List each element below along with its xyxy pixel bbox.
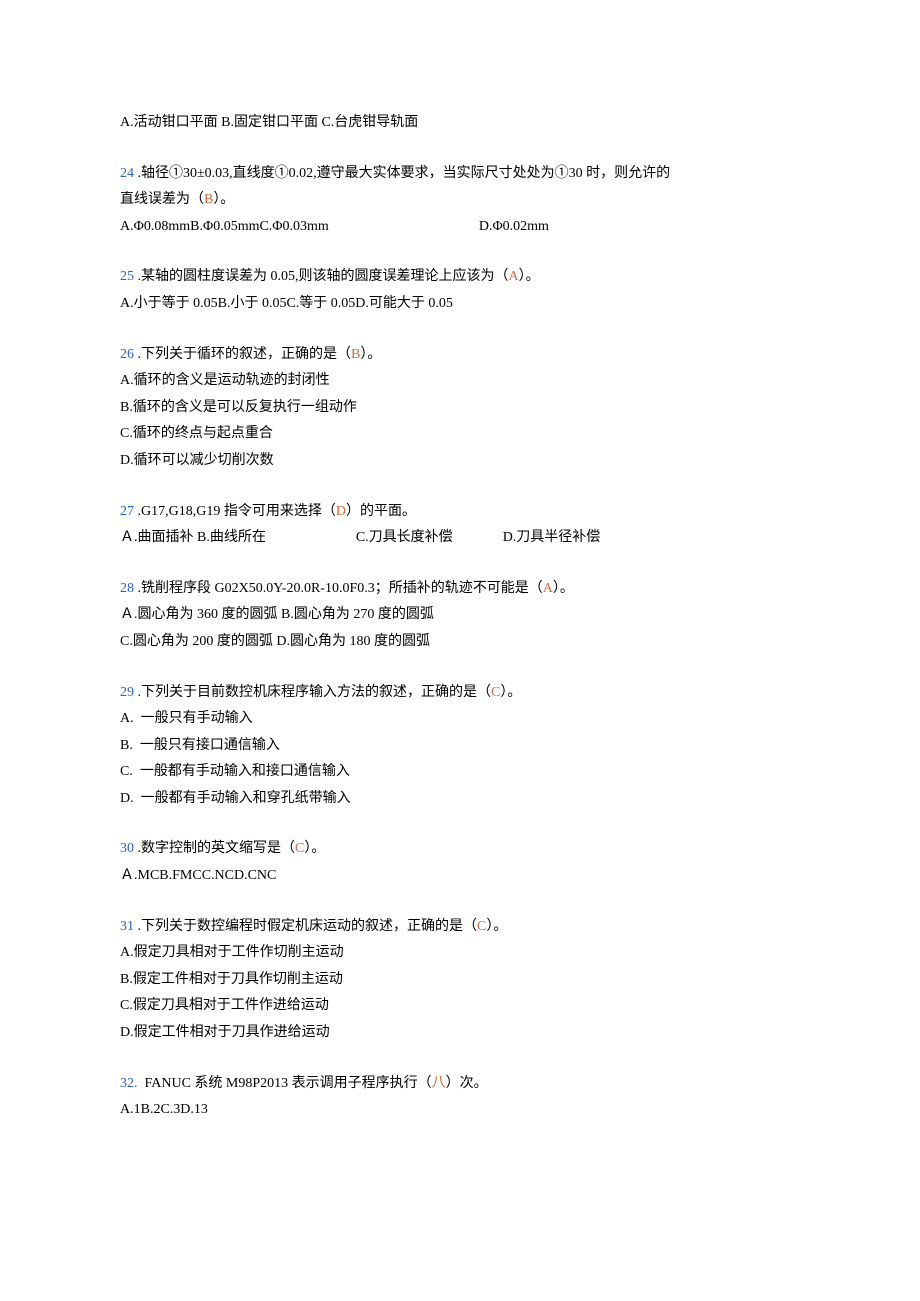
q27-block: 27 .G17,G18,G19 指令可用来选择（D）的平面。 Ａ.曲面插补 B.… bbox=[120, 499, 800, 552]
q30-opts: Ａ.MCB.FMCC.NCD.CNC bbox=[120, 863, 800, 890]
q27-optC: C.刀具长度补偿 bbox=[356, 530, 453, 545]
q24-text3: ）。 bbox=[213, 192, 234, 207]
q27-text1: .G17,G18,G19 指令可用来选择（ bbox=[134, 504, 336, 519]
q26-num: 26 bbox=[120, 347, 134, 362]
q30-num: 30 bbox=[120, 841, 134, 856]
q24-optsA: A.Φ0.08mmB.Φ0.05mmC.Φ0.03mm bbox=[120, 219, 329, 234]
q28-line1: 28 .铣削程序段 G02X50.0Y-20.0R-10.0F0.3；所插补的轨… bbox=[120, 576, 800, 603]
q29-block: 29 .下列关于目前数控机床程序输入方法的叙述，正确的是（C）。 A. 一般只有… bbox=[120, 680, 800, 813]
q28-block: 28 .铣削程序段 G02X50.0Y-20.0R-10.0F0.3；所插补的轨… bbox=[120, 576, 800, 656]
q28-num: 28 bbox=[120, 581, 134, 596]
q25-block: 25 .某轴的圆柱度误差为 0.05,则该轴的圆度误差理论上应该为（A）。 A.… bbox=[120, 264, 800, 317]
q29-d: D. 一般都有手动输入和穿孔纸带输入 bbox=[120, 786, 800, 813]
q31-b: B.假定工件相对于刀具作切削主运动 bbox=[120, 967, 800, 994]
q27-line1: 27 .G17,G18,G19 指令可用来选择（D）的平面。 bbox=[120, 499, 800, 526]
q32-ans: 八 bbox=[432, 1076, 446, 1091]
q28-text1: .铣削程序段 G02X50.0Y-20.0R-10.0F0.3；所插补的轨迹不可… bbox=[134, 581, 543, 596]
q29-line1: 29 .下列关于目前数控机床程序输入方法的叙述，正确的是（C）。 bbox=[120, 680, 800, 707]
q31-ans: C bbox=[477, 919, 486, 934]
q31-block: 31 .下列关于数控编程时假定机床运动的叙述，正确的是（C）。 A.假定刀具相对… bbox=[120, 914, 800, 1047]
q30-text2: ）。 bbox=[304, 841, 325, 856]
q29-b: B. 一般只有接口通信输入 bbox=[120, 733, 800, 760]
q31-text2: ）。 bbox=[486, 919, 507, 934]
q25-num: 25 bbox=[120, 269, 134, 284]
q30-text1: .数字控制的英文缩写是（ bbox=[134, 841, 295, 856]
q28-text2: ）。 bbox=[553, 581, 574, 596]
q26-c: C.循环的终点与起点重合 bbox=[120, 421, 800, 448]
q32-text2: ）次。 bbox=[446, 1076, 488, 1091]
q31-c: C.假定刀具相对于工件作进给运动 bbox=[120, 993, 800, 1020]
q25-ans: A bbox=[509, 269, 519, 284]
q26-block: 26 .下列关于循环的叙述，正确的是（B）。 A.循环的含义是运动轨迹的封闭性 … bbox=[120, 342, 800, 475]
q29-num: 29 bbox=[120, 685, 134, 700]
page-content: A.活动钳口平面 B.固定钳口平面 C.台虎钳导轨面 24 .轴径①30±0.0… bbox=[0, 0, 920, 1301]
q26-a: A.循环的含义是运动轨迹的封闭性 bbox=[120, 368, 800, 395]
q27-optA: Ａ.曲面插补 B.曲线所在 bbox=[120, 530, 266, 545]
q29-ans: C bbox=[491, 685, 500, 700]
q26-text1: .下列关于循环的叙述，正确的是（ bbox=[134, 347, 351, 362]
q23-options-block: A.活动钳口平面 B.固定钳口平面 C.台虎钳导轨面 bbox=[120, 110, 800, 137]
q30-line1: 30 .数字控制的英文缩写是（C）。 bbox=[120, 836, 800, 863]
q25-text2: ）。 bbox=[519, 269, 540, 284]
q26-text2: ）。 bbox=[360, 347, 381, 362]
q31-text1: .下列关于数控编程时假定机床运动的叙述，正确的是（ bbox=[134, 919, 477, 934]
q28-optCD: C.圆心角为 200 度的圆弧 D.圆心角为 180 度的圆弧 bbox=[120, 629, 800, 656]
q25-opts: A.小于等于 0.05B.小于 0.05C.等于 0.05D.可能大于 0.05 bbox=[120, 291, 800, 318]
q29-text2: ）。 bbox=[500, 685, 521, 700]
q31-d: D.假定工件相对于刀具作进给运动 bbox=[120, 1020, 800, 1047]
q32-line1: 32. FANUC 系统 M98P2013 表示调用子程序执行（八）次。 bbox=[120, 1071, 800, 1098]
q24-line1: 24 .轴径①30±0.03,直线度①0.02,遵守最大实体要求，当实际尺寸处处… bbox=[120, 161, 800, 188]
q31-line1: 31 .下列关于数控编程时假定机床运动的叙述，正确的是（C）。 bbox=[120, 914, 800, 941]
q24-text1: .轴径①30±0.03,直线度①0.02,遵守最大实体要求，当实际尺寸处处为①3… bbox=[134, 166, 670, 181]
q27-text2: ）的平面。 bbox=[346, 504, 416, 519]
q29-text1: .下列关于目前数控机床程序输入方法的叙述，正确的是（ bbox=[134, 685, 491, 700]
q28-ans: A bbox=[543, 581, 553, 596]
q26-d: D.循环可以减少切削次数 bbox=[120, 448, 800, 475]
q24-opts: A.Φ0.08mmB.Φ0.05mmC.Φ0.03mm D.Φ0.02mm bbox=[120, 214, 800, 241]
q25-line1: 25 .某轴的圆柱度误差为 0.05,则该轴的圆度误差理论上应该为（A）。 bbox=[120, 264, 800, 291]
q26-b: B.循环的含义是可以反复执行一组动作 bbox=[120, 395, 800, 422]
q25-text1: .某轴的圆柱度误差为 0.05,则该轴的圆度误差理论上应该为（ bbox=[134, 269, 509, 284]
q24-optsB: D.Φ0.02mm bbox=[479, 219, 549, 234]
q27-num: 27 bbox=[120, 504, 134, 519]
q24-block: 24 .轴径①30±0.03,直线度①0.02,遵守最大实体要求，当实际尺寸处处… bbox=[120, 161, 800, 241]
q30-ans: C bbox=[295, 841, 304, 856]
q30-block: 30 .数字控制的英文缩写是（C）。 Ａ.MCB.FMCC.NCD.CNC bbox=[120, 836, 800, 889]
q26-ans: B bbox=[351, 347, 360, 362]
q24-text2: 直线误差为（ bbox=[120, 192, 204, 207]
q29-c: C. 一般都有手动输入和接口通信输入 bbox=[120, 759, 800, 786]
q32-block: 32. FANUC 系统 M98P2013 表示调用子程序执行（八）次。 A.1… bbox=[120, 1071, 800, 1124]
q27-opts: Ａ.曲面插补 B.曲线所在 C.刀具长度补偿 D.刀具半径补偿 bbox=[120, 525, 800, 552]
q31-num: 31 bbox=[120, 919, 134, 934]
q27-optD: D.刀具半径补偿 bbox=[503, 530, 601, 545]
q29-a: A. 一般只有手动输入 bbox=[120, 706, 800, 733]
q31-a: A.假定刀具相对于工件作切削主运动 bbox=[120, 940, 800, 967]
q24-ans: B bbox=[204, 192, 213, 207]
q24-line2: 直线误差为（B）。 bbox=[120, 187, 800, 214]
q28-optAB: Ａ.圆心角为 360 度的圆弧 B.圆心角为 270 度的圆弧 bbox=[120, 602, 800, 629]
q24-num: 24 bbox=[120, 166, 134, 181]
q32-opts: A.1B.2C.3D.13 bbox=[120, 1097, 800, 1124]
q27-ans: D bbox=[336, 504, 346, 519]
q23-options: A.活动钳口平面 B.固定钳口平面 C.台虎钳导轨面 bbox=[120, 110, 800, 137]
q26-line1: 26 .下列关于循环的叙述，正确的是（B）。 bbox=[120, 342, 800, 369]
q32-num: 32. bbox=[120, 1076, 138, 1091]
q32-text1: FANUC 系统 M98P2013 表示调用子程序执行（ bbox=[138, 1076, 432, 1091]
